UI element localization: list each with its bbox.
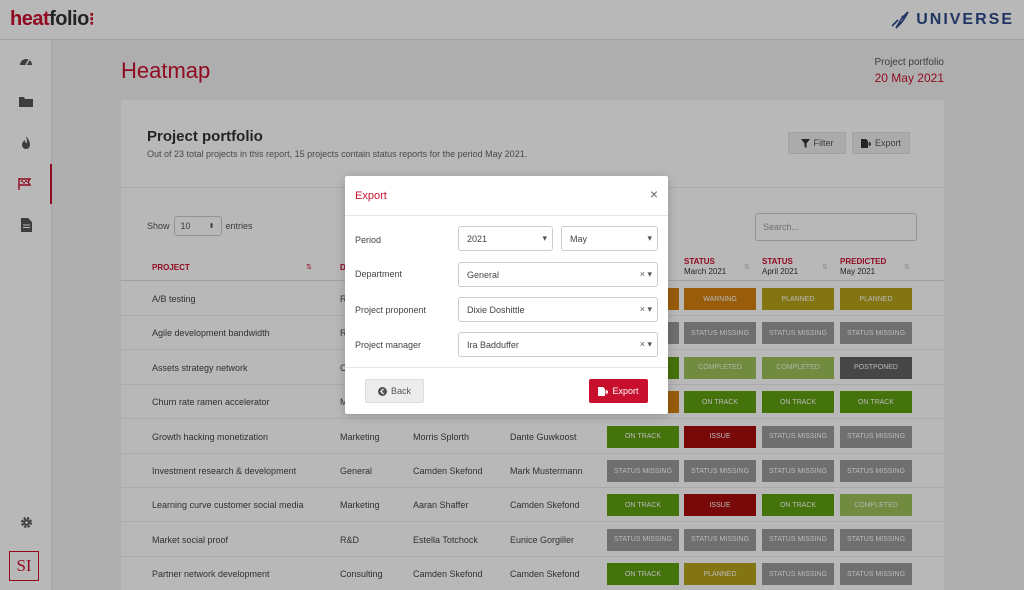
- department-label: Department: [355, 269, 403, 279]
- department-select[interactable]: General × ▾: [458, 262, 658, 287]
- modal-export-button-label: Export: [612, 386, 639, 396]
- period-year-select[interactable]: 2021 ▾: [458, 226, 553, 251]
- modal-footer-divider: [345, 367, 668, 368]
- period-year-value: 2021: [467, 233, 488, 244]
- clear-chevron-icon[interactable]: × ▾: [640, 304, 652, 315]
- period-month-select[interactable]: May ▾: [561, 226, 658, 251]
- back-button-label: Back: [390, 386, 411, 396]
- chevron-down-icon: ▾: [542, 233, 547, 243]
- export-modal: Export × Period 2021 ▾ May ▾ Department …: [345, 176, 668, 414]
- proponent-value: Dixie Doshittle: [467, 304, 525, 315]
- modal-title: Export: [355, 190, 387, 202]
- manager-label: Project manager: [355, 340, 422, 350]
- modal-header: Export ×: [345, 176, 668, 216]
- period-label: Period: [355, 235, 382, 245]
- back-button[interactable]: Back: [365, 379, 424, 403]
- manager-select[interactable]: Ira Badduffer × ▾: [458, 332, 658, 357]
- manager-value: Ira Badduffer: [467, 339, 519, 350]
- department-value: General: [467, 269, 500, 280]
- chevron-down-icon: ▾: [647, 233, 652, 243]
- modal-export-button[interactable]: Export: [589, 379, 648, 403]
- clear-chevron-icon[interactable]: × ▾: [640, 339, 652, 350]
- proponent-select[interactable]: Dixie Doshittle × ▾: [458, 297, 658, 322]
- arrow-left-circle-icon: [377, 386, 387, 396]
- clear-chevron-icon[interactable]: × ▾: [640, 269, 652, 280]
- period-month-value: May: [570, 233, 588, 244]
- file-export-icon: [598, 386, 609, 396]
- proponent-label: Project proponent: [355, 305, 427, 315]
- close-icon[interactable]: ×: [650, 186, 658, 202]
